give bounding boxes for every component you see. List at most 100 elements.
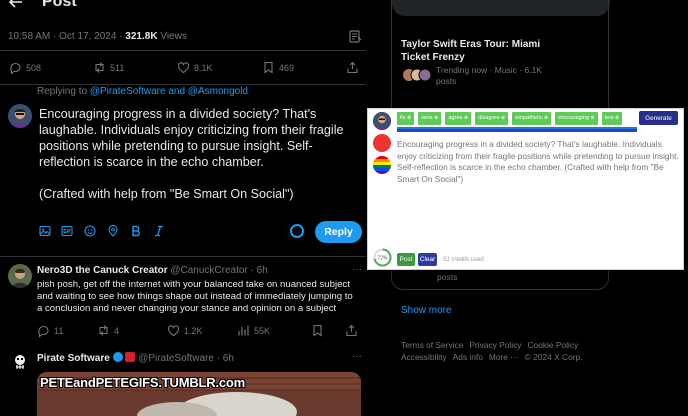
grok-icon[interactable] [349,30,362,43]
credits-used: 51 credits used [443,257,484,263]
views-count: 55K [254,325,271,336]
share-icon [346,61,359,74]
sticker-icon[interactable] [373,134,391,152]
gif-icon[interactable] [61,225,73,237]
reply-count: 11 [54,325,64,336]
image-icon[interactable] [39,225,51,237]
reply-action[interactable]: 508 [9,61,41,74]
avatar[interactable] [8,350,32,374]
footer-link-more[interactable]: More ··· [489,352,519,362]
tag-text[interactable]: text [601,112,623,125]
italic-icon[interactable] [153,225,165,237]
author-name[interactable]: Nero3D the Canuck Creator [37,265,168,276]
footer-link-ads[interactable]: Ads info [453,352,483,362]
reply-icon [37,324,50,337]
repost-action[interactable]: 4 [97,324,119,337]
repost-action[interactable]: 511 [93,61,124,74]
trend-meta-2: posts [437,272,458,282]
author-name[interactable]: Pirate Software [37,353,110,364]
repost-icon [93,61,106,74]
trend-meta: Trending now · Music · 6.1K posts [436,65,542,86]
post-timestamp[interactable]: 10:58 AM · Oct 17, 2024 · [8,31,125,42]
heart-icon [177,61,190,74]
tone-tags: fix sexx agree disagree empathetic encou… [397,112,623,125]
reply-textbox[interactable]: Encouraging progress in a divided societ… [39,106,359,202]
reply-count: 508 [26,62,42,73]
views-label: Views [157,31,187,42]
bookmark-icon [262,61,275,74]
like-action[interactable]: 1.2K [167,324,203,337]
emoji-icon[interactable] [84,225,96,237]
views-action[interactable]: 55K [237,324,270,337]
avatar[interactable] [8,264,32,288]
page-title: Post [42,0,77,10]
gif-media[interactable]: PETEandPETEGIFS.TUMBLR.com [37,372,361,416]
tag-agree[interactable]: agree [445,112,472,125]
tag-disagree[interactable]: disagree [475,112,509,125]
author-handle[interactable]: @CanuckCreator · 6h [168,265,267,276]
replying-prefix: Replying to [37,86,90,97]
footer-copyright: © 2024 X Corp. [524,352,583,362]
post-meta: 10:58 AM · Oct 17, 2024 · 321.8K Views [8,31,187,42]
tweet-text: pish posh, get off the internet with you… [37,279,353,314]
progress-label: 72% [377,255,388,261]
compose-line: Encouraging progress in a divided societ… [39,107,344,169]
reply-button[interactable]: Reply [315,221,362,243]
share-action[interactable] [346,61,359,74]
bookmark-count: 469 [279,62,295,73]
repost-icon [97,324,110,337]
bookmark-action[interactable]: 469 [262,61,294,74]
footer-links: Terms of Service Privacy Policy Cookie Pol… [401,339,611,363]
bookmark-action[interactable] [311,324,324,337]
location-icon[interactable] [107,225,119,237]
avatar [373,112,391,130]
char-progress-ring [290,224,304,238]
generated-text[interactable]: Encouraging progress in a divided societ… [397,139,679,186]
footer-link-accessibility[interactable]: Accessibility [401,352,447,362]
progress-ring: 72% [373,248,392,267]
tag-sexx[interactable]: sexx [418,112,442,125]
more-icon[interactable]: ··· [352,351,364,363]
divider [0,84,366,85]
tag-encouraging[interactable]: encouraging [555,112,598,125]
tone-slider-highlight [397,127,637,129]
tweet-author[interactable]: Nero3D the Canuck Creator @CanuckCreator… [37,265,268,276]
bookmark-icon [311,324,324,337]
replying-handles[interactable]: @PirateSoftware and @Asmongold [90,86,248,97]
like-count: 1.2K [184,325,203,336]
post-button[interactable]: Post [397,253,415,266]
tag-fix[interactable]: fix [397,112,415,125]
share-icon [345,324,358,337]
divider [0,256,366,257]
show-more-link[interactable]: Show more [401,305,452,316]
reply-icon [9,61,22,74]
verified-badge-icon [112,352,123,362]
more-icon[interactable]: ··· [352,264,364,276]
footer-link-terms[interactable]: Terms of Service [401,340,463,350]
like-count: 8.1K [194,62,213,73]
avatar[interactable] [8,104,32,128]
share-action[interactable] [345,324,358,337]
like-action[interactable]: 8.1K [177,61,213,74]
analytics-icon [237,324,250,337]
heart-icon [167,324,180,337]
footer-link-cookie[interactable]: Cookie Policy [528,340,579,350]
replying-to: Replying to @PirateSoftware and @Asmongo… [37,86,248,97]
trend-avatars [402,68,434,82]
tag-empathetic[interactable]: empathetic [512,112,552,125]
repost-count: 4 [114,325,120,336]
footer-link-privacy[interactable]: Privacy Policy [469,340,521,350]
bold-icon[interactable] [130,225,142,237]
affiliate-badge-icon [125,352,136,362]
trend-title[interactable]: Taylor Swift Eras Tour: Miami Ticket Fre… [401,38,551,64]
repost-count: 511 [110,62,125,73]
pride-flag-icon[interactable] [373,156,391,174]
clear-button[interactable]: Clear [418,253,437,266]
tweet-author[interactable]: Pirate Software @PirateSoftware · 6h [37,352,234,364]
divider [0,50,366,51]
compose-line: (Crafted with help from "Be Smart On Soc… [39,187,294,201]
author-handle[interactable]: @PirateSoftware · 6h [135,353,234,364]
back-arrow-icon[interactable] [8,0,24,10]
reply-action[interactable]: 11 [37,324,63,337]
generate-button[interactable]: Generate [639,111,678,125]
